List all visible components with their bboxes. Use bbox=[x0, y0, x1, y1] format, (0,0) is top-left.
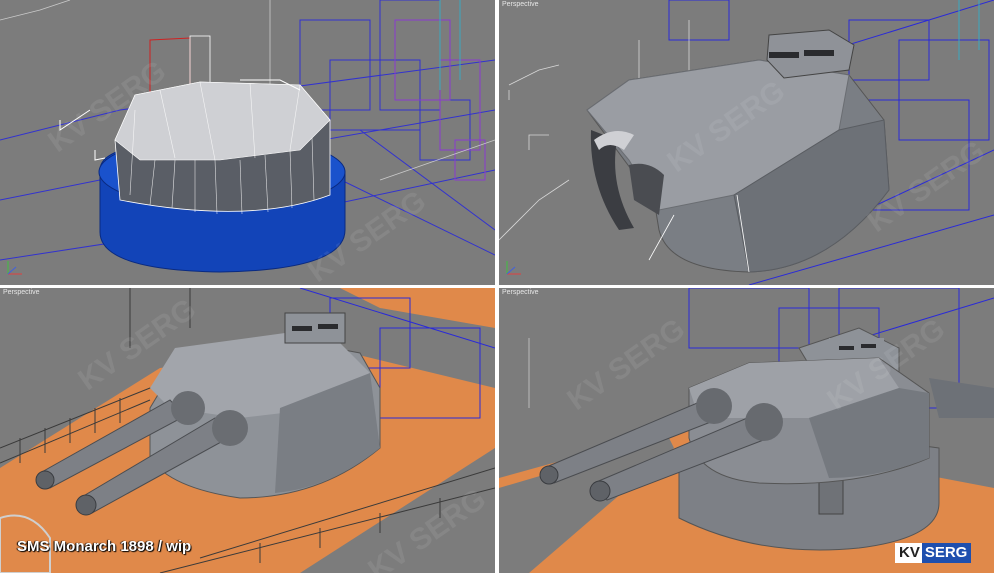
viewport-bottom-left[interactable]: Perspective KV SERG KV SERG bbox=[0, 288, 495, 573]
logo-kv: KV bbox=[895, 543, 922, 563]
turret-shaded-scene bbox=[499, 0, 994, 285]
caption: SMS Monarch 1898 / wip bbox=[17, 538, 192, 555]
viewport-top-right[interactable]: Perspective KV SERG KV SERG bbox=[499, 0, 994, 285]
kvserg-logo: KV SERG bbox=[895, 543, 972, 563]
viewport-bottom-right[interactable]: Perspective KV SERG KV SERG bbox=[499, 288, 994, 573]
axis-gizmo-icon bbox=[7, 261, 22, 275]
axis-gizmo-icon bbox=[506, 261, 521, 275]
viewport-top-left[interactable]: KV SERG KV SERG bbox=[0, 0, 495, 285]
logo-serg: SERG bbox=[921, 543, 972, 563]
